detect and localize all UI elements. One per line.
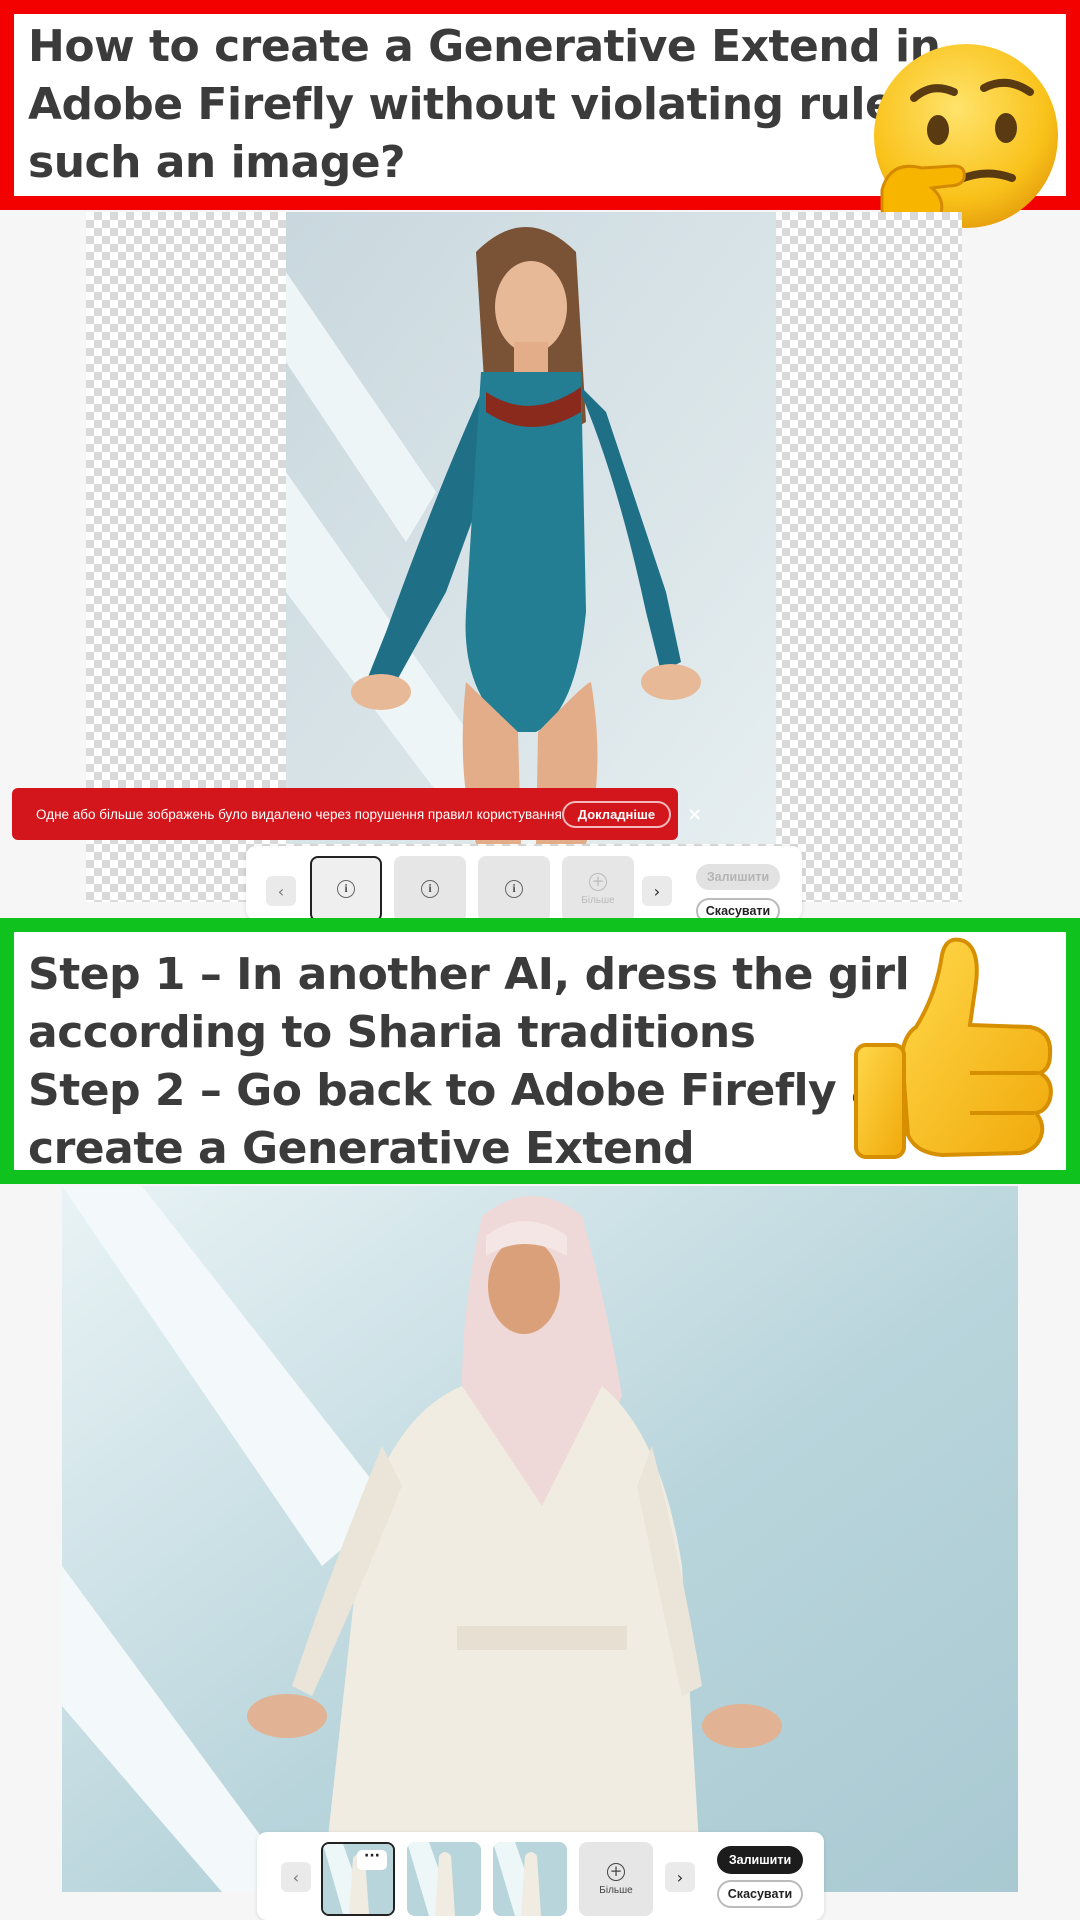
previous-button[interactable]: ‹ <box>266 876 296 906</box>
variations-toolbar-2: ‹ ··· + Більше › Залишити Скасувати <box>257 1832 824 1920</box>
variation-thumbnail-removed[interactable]: i <box>394 856 466 922</box>
question-line: How to create a Generative Extend in <box>28 21 941 72</box>
plus-icon: + <box>607 1862 625 1881</box>
next-button[interactable]: › <box>665 1862 695 1892</box>
thinking-face-icon <box>874 44 1058 236</box>
variation-thumbnail-3[interactable] <box>493 1842 567 1916</box>
info-icon: i <box>421 880 439 898</box>
thumbnail-image <box>493 1842 567 1916</box>
details-button[interactable]: Докладніше <box>561 800 672 828</box>
step-line: Step 1 – In another AI, dress the girl <box>28 949 910 1000</box>
close-icon[interactable]: × <box>687 804 702 825</box>
step-line: create a Generative Extend <box>28 1123 695 1174</box>
page: How to create a Generative Extend in Ado… <box>0 0 1080 1920</box>
variation-thumbnail-1[interactable]: ··· <box>321 1842 395 1916</box>
more-label: Більше <box>581 894 615 906</box>
variation-thumbnail-removed[interactable]: i <box>310 856 382 922</box>
thumbs-up-icon <box>854 937 1053 1159</box>
error-message: Одне або більше зображень було видалено … <box>36 806 562 822</box>
step-line: according to Sharia traditions <box>28 1007 756 1058</box>
variation-thumbnail-2[interactable] <box>407 1842 481 1916</box>
plus-icon: + <box>589 872 607 891</box>
original-photo <box>286 212 776 844</box>
variation-thumbnail-removed[interactable]: i <box>478 856 550 922</box>
options-icon[interactable]: ··· <box>357 1849 387 1870</box>
previous-button[interactable]: ‹ <box>281 1862 311 1892</box>
info-icon: i <box>505 880 523 898</box>
error-toast: Одне або більше зображень було видалено … <box>12 788 702 840</box>
keep-button[interactable]: Залишити <box>696 864 780 890</box>
cancel-button[interactable]: Скасувати <box>717 1880 803 1908</box>
extended-photo <box>62 1186 1018 1892</box>
more-label: Більше <box>599 1884 633 1896</box>
step-line: Step 2 – Go back to Adobe Firefly and <box>28 1065 943 1116</box>
thumbnail-image <box>407 1842 481 1916</box>
steps-text: Step 1 – In another AI, dress the girl a… <box>28 946 943 1178</box>
next-button[interactable]: › <box>642 876 672 906</box>
more-button[interactable]: + Більше <box>579 1842 653 1916</box>
question-line: such an image? <box>28 137 406 188</box>
variations-toolbar: ‹ i i i + Більше › Залишити Скасувати <box>246 846 802 924</box>
keep-button[interactable]: Залишити <box>717 1846 803 1874</box>
info-icon: i <box>337 880 355 898</box>
more-button[interactable]: + Більше <box>562 856 634 922</box>
question-text: How to create a Generative Extend in Ado… <box>28 18 996 192</box>
question-line: Adobe Firefly without violating rules on <box>28 79 996 130</box>
